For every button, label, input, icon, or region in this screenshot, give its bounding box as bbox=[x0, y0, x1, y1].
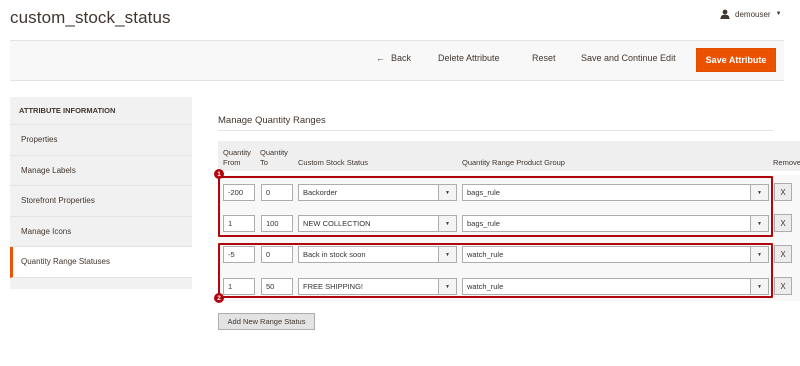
reset-button[interactable]: Reset bbox=[532, 53, 556, 63]
quantity-from-input[interactable]: 1 bbox=[223, 278, 255, 295]
chevron-down-icon: ▼ bbox=[750, 216, 768, 231]
quantity-from-input[interactable]: -5 bbox=[223, 246, 255, 263]
user-menu[interactable]: demouser ▼ bbox=[720, 9, 782, 19]
quantity-from-input[interactable]: 1 bbox=[223, 215, 255, 232]
quantity-to-input[interactable]: 0 bbox=[261, 246, 293, 263]
stock-status-select[interactable]: FREE SHIPPING! ▼ bbox=[298, 278, 457, 295]
sidebar-item-properties[interactable]: Properties bbox=[10, 125, 192, 156]
sidebar-item-storefront-properties[interactable]: Storefront Properties bbox=[10, 186, 192, 217]
annotation-badge-1: 1 bbox=[214, 169, 224, 179]
chevron-down-icon: ▼ bbox=[775, 11, 782, 17]
chevron-down-icon: ▼ bbox=[438, 247, 456, 262]
remove-row-button[interactable]: X bbox=[774, 245, 792, 263]
sidebar-item-quantity-range-statuses[interactable]: Quantity Range Statuses bbox=[10, 247, 192, 278]
user-icon bbox=[720, 9, 730, 19]
chevron-down-icon: ▼ bbox=[438, 279, 456, 294]
chevron-down-icon: ▼ bbox=[438, 216, 456, 231]
page-title: custom_stock_status bbox=[10, 8, 171, 27]
chevron-down-icon: ▼ bbox=[750, 185, 768, 200]
delete-attribute-button[interactable]: Delete Attribute bbox=[438, 53, 500, 63]
remove-row-button[interactable]: X bbox=[774, 277, 792, 295]
column-product-group: Quantity Range Product Group bbox=[462, 158, 565, 167]
product-group-select[interactable]: watch_rule ▼ bbox=[462, 246, 769, 263]
stock-status-select[interactable]: Back in stock soon ▼ bbox=[298, 246, 457, 263]
column-custom-stock-status: Custom Stock Status bbox=[298, 158, 369, 167]
add-range-status-button[interactable]: Add New Range Status bbox=[218, 313, 315, 330]
chevron-down-icon: ▼ bbox=[750, 247, 768, 262]
sidebar-title: ATTRIBUTE INFORMATION bbox=[10, 97, 192, 125]
remove-row-button[interactable]: X bbox=[774, 214, 792, 232]
column-quantity-from: Quantity From bbox=[223, 148, 251, 167]
quantity-to-input[interactable]: 100 bbox=[261, 215, 293, 232]
table-row: 1 100 NEW COLLECTION ▼ bags_rule ▼ X bbox=[218, 206, 800, 238]
back-button[interactable]: ← Back bbox=[376, 53, 411, 63]
sidebar-item-manage-icons[interactable]: Manage Icons bbox=[10, 217, 192, 247]
product-group-select[interactable]: bags_rule ▼ bbox=[462, 184, 769, 201]
product-group-select[interactable]: bags_rule ▼ bbox=[462, 215, 769, 232]
table-row: -5 0 Back in stock soon ▼ watch_rule ▼ X bbox=[218, 237, 800, 269]
sidebar: ATTRIBUTE INFORMATION Properties Manage … bbox=[10, 97, 192, 289]
save-continue-button[interactable]: Save and Continue Edit bbox=[581, 53, 676, 63]
product-group-select[interactable]: watch_rule ▼ bbox=[462, 278, 769, 295]
sidebar-item-manage-labels[interactable]: Manage Labels bbox=[10, 156, 192, 186]
section-divider bbox=[218, 130, 773, 131]
quantity-to-input[interactable]: 50 bbox=[261, 278, 293, 295]
table-row: 1 50 FREE SHIPPING! ▼ watch_rule ▼ X bbox=[218, 269, 800, 301]
column-remove: Remove bbox=[773, 158, 800, 167]
column-quantity-to: Quantity To bbox=[260, 148, 288, 167]
section-title: Manage Quantity Ranges bbox=[218, 115, 326, 126]
quantity-from-input[interactable]: -200 bbox=[223, 184, 255, 201]
remove-row-button[interactable]: X bbox=[774, 183, 792, 201]
save-attribute-button[interactable]: Save Attribute bbox=[696, 48, 776, 72]
annotation-badge-2: 2 bbox=[214, 293, 224, 303]
stock-status-select[interactable]: Backorder ▼ bbox=[298, 184, 457, 201]
table-row: -200 0 Backorder ▼ bags_rule ▼ X bbox=[218, 175, 800, 207]
chevron-down-icon: ▼ bbox=[750, 279, 768, 294]
table-header: Quantity From Quantity To Custom Stock S… bbox=[218, 141, 800, 171]
arrow-left-icon: ← bbox=[376, 53, 385, 63]
chevron-down-icon: ▼ bbox=[438, 185, 456, 200]
stock-status-select[interactable]: NEW COLLECTION ▼ bbox=[298, 215, 457, 232]
user-name: demouser bbox=[735, 9, 771, 19]
quantity-to-input[interactable]: 0 bbox=[261, 184, 293, 201]
